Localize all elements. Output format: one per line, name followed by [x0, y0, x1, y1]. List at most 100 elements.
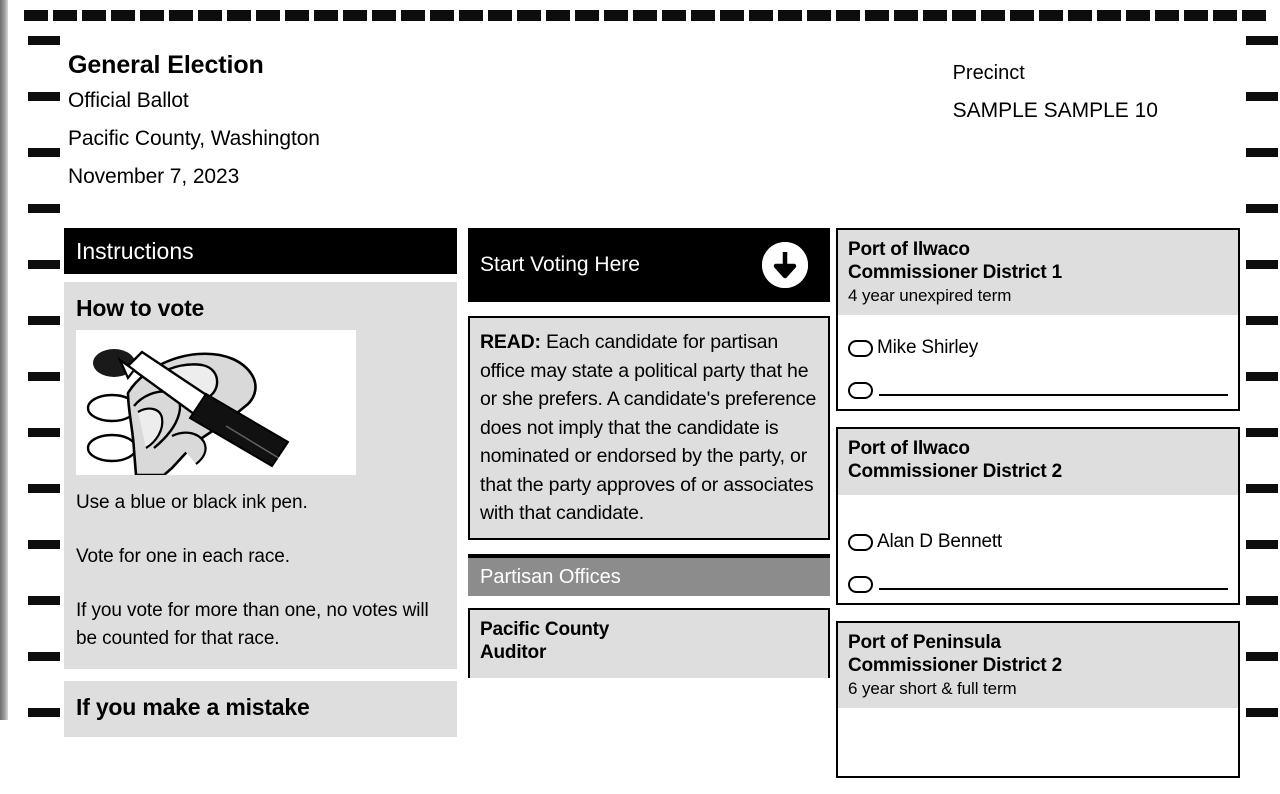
- precinct-block: Precinct SAMPLE SAMPLE 10: [953, 54, 1158, 130]
- contest-port-of-peninsula-district-2[interactable]: Port of Peninsula Commissioner District …: [836, 621, 1240, 778]
- timing-mark: [28, 36, 60, 45]
- timing-mark: [169, 10, 193, 21]
- timing-mark: [28, 148, 60, 157]
- mistake-heading: If you make a mistake: [76, 694, 310, 720]
- timing-mark: [28, 204, 60, 213]
- contest-term: 6 year short & full term: [848, 679, 1017, 698]
- instructions-column: Instructions How to vote Use a blue or b…: [64, 228, 457, 737]
- timing-mark: [865, 10, 889, 21]
- timing-mark: [53, 10, 77, 21]
- mistake-panel: If you make a mistake: [64, 681, 457, 737]
- timing-mark: [1246, 652, 1278, 661]
- start-voting-label: Start Voting Here: [480, 253, 640, 276]
- timing-mark: [285, 10, 309, 21]
- vote-oval[interactable]: [848, 382, 873, 399]
- timing-mark: [1246, 316, 1278, 325]
- contest-choices: Alan D Bennett: [838, 495, 1238, 603]
- instruction-use-pen: Use a blue or black ink pen.: [76, 492, 308, 513]
- contest-header: Port of Ilwaco Commissioner District 1 4…: [838, 230, 1238, 315]
- vote-oval[interactable]: [848, 339, 873, 357]
- contest-title-line1: Pacific County: [480, 618, 610, 640]
- timing-mark: [198, 10, 222, 21]
- partisan-offices-bar: Partisan Offices: [468, 553, 830, 596]
- timing-mark: [778, 10, 802, 21]
- timing-marks-left: [28, 36, 60, 720]
- ballot-type: Official Ballot: [68, 89, 189, 112]
- read-prefix: READ:: [480, 331, 541, 353]
- timing-mark: [1097, 10, 1121, 21]
- timing-mark: [28, 540, 60, 549]
- write-in-line[interactable]: [879, 394, 1228, 396]
- contest-title-line1: Port of Ilwaco: [848, 239, 970, 260]
- timing-mark: [314, 10, 338, 21]
- timing-mark: [28, 484, 60, 493]
- arrow-down-circle-icon: [762, 242, 808, 288]
- timing-mark: [1246, 428, 1278, 437]
- timing-mark: [1126, 10, 1150, 21]
- timing-mark: [1068, 10, 1092, 21]
- instruction-vote-one: Vote for one in each race.: [76, 546, 290, 567]
- contest-choices: [838, 708, 1238, 776]
- contest-pacific-county-auditor[interactable]: Pacific County Auditor: [468, 607, 830, 678]
- timing-mark: [1039, 10, 1063, 21]
- timing-mark: [1246, 540, 1278, 549]
- timing-mark: [1246, 372, 1278, 381]
- ballot-header-left: General Election Official Ballot Pacific…: [68, 48, 708, 196]
- timing-mark: [575, 10, 599, 21]
- write-in-choice[interactable]: [848, 563, 1228, 593]
- timing-mark: [807, 10, 831, 21]
- precinct-value: SAMPLE SAMPLE 10: [952, 99, 1158, 122]
- timing-mark: [28, 708, 60, 717]
- contest-title-line2: Auditor: [480, 641, 547, 663]
- timing-mark: [1155, 10, 1179, 21]
- timing-mark: [981, 10, 1005, 21]
- timing-mark: [430, 10, 454, 21]
- timing-mark: [749, 10, 773, 21]
- timing-mark: [1246, 708, 1278, 717]
- contest-header: Port of Peninsula Commissioner District …: [838, 623, 1238, 708]
- timing-mark: [546, 10, 570, 21]
- instructions-bar: Instructions: [64, 228, 457, 274]
- timing-marks-top: [24, 10, 1266, 21]
- how-to-vote-panel: How to vote Use a blue or black ink pen.…: [64, 282, 457, 669]
- timing-mark: [1246, 92, 1278, 101]
- timing-mark: [662, 10, 686, 21]
- timing-mark: [1242, 10, 1266, 21]
- write-in-line[interactable]: [879, 588, 1228, 590]
- write-in-choice[interactable]: [848, 369, 1228, 399]
- contest-port-of-ilwaco-district-1[interactable]: Port of Ilwaco Commissioner District 1 4…: [836, 228, 1240, 411]
- timing-mark: [28, 316, 60, 325]
- timing-mark: [1246, 204, 1278, 213]
- timing-mark: [1184, 10, 1208, 21]
- vote-oval[interactable]: [848, 576, 873, 593]
- timing-mark: [604, 10, 628, 21]
- timing-mark: [923, 10, 947, 21]
- timing-mark: [28, 260, 60, 269]
- timing-mark: [517, 10, 541, 21]
- timing-mark: [343, 10, 367, 21]
- contest-header: Pacific County Auditor: [470, 609, 828, 678]
- candidate-name: Mike Shirley: [877, 337, 979, 358]
- read-notice-box: READ: Each candidate for partisan office…: [468, 316, 830, 540]
- voting-column: Start Voting Here READ: Each candidate f…: [468, 228, 830, 694]
- contest-port-of-ilwaco-district-2[interactable]: Port of Ilwaco Commissioner District 2 A…: [836, 427, 1240, 605]
- election-date: November 7, 2023: [68, 165, 240, 188]
- timing-mark: [140, 10, 164, 21]
- timing-mark: [227, 10, 251, 21]
- timing-mark: [28, 652, 60, 661]
- timing-mark: [691, 10, 715, 21]
- candidate-name: Alan D Bennett: [877, 531, 1003, 552]
- page-edge-shadow: [0, 0, 8, 720]
- timing-mark: [1213, 10, 1237, 21]
- ballot-header: General Election Official Ballot Pacific…: [68, 48, 1228, 208]
- timing-mark: [952, 10, 976, 21]
- ballot-choice[interactable]: Mike Shirley: [848, 333, 1228, 363]
- ballot-choice[interactable]: Alan D Bennett: [848, 527, 1228, 557]
- timing-mark: [401, 10, 425, 21]
- contest-title-line1: Port of Peninsula: [848, 632, 1001, 653]
- timing-mark: [372, 10, 396, 21]
- timing-mark: [488, 10, 512, 21]
- start-voting-bar: Start Voting Here: [468, 228, 830, 302]
- jurisdiction: Pacific County, Washington: [68, 127, 320, 150]
- vote-oval[interactable]: [848, 533, 873, 551]
